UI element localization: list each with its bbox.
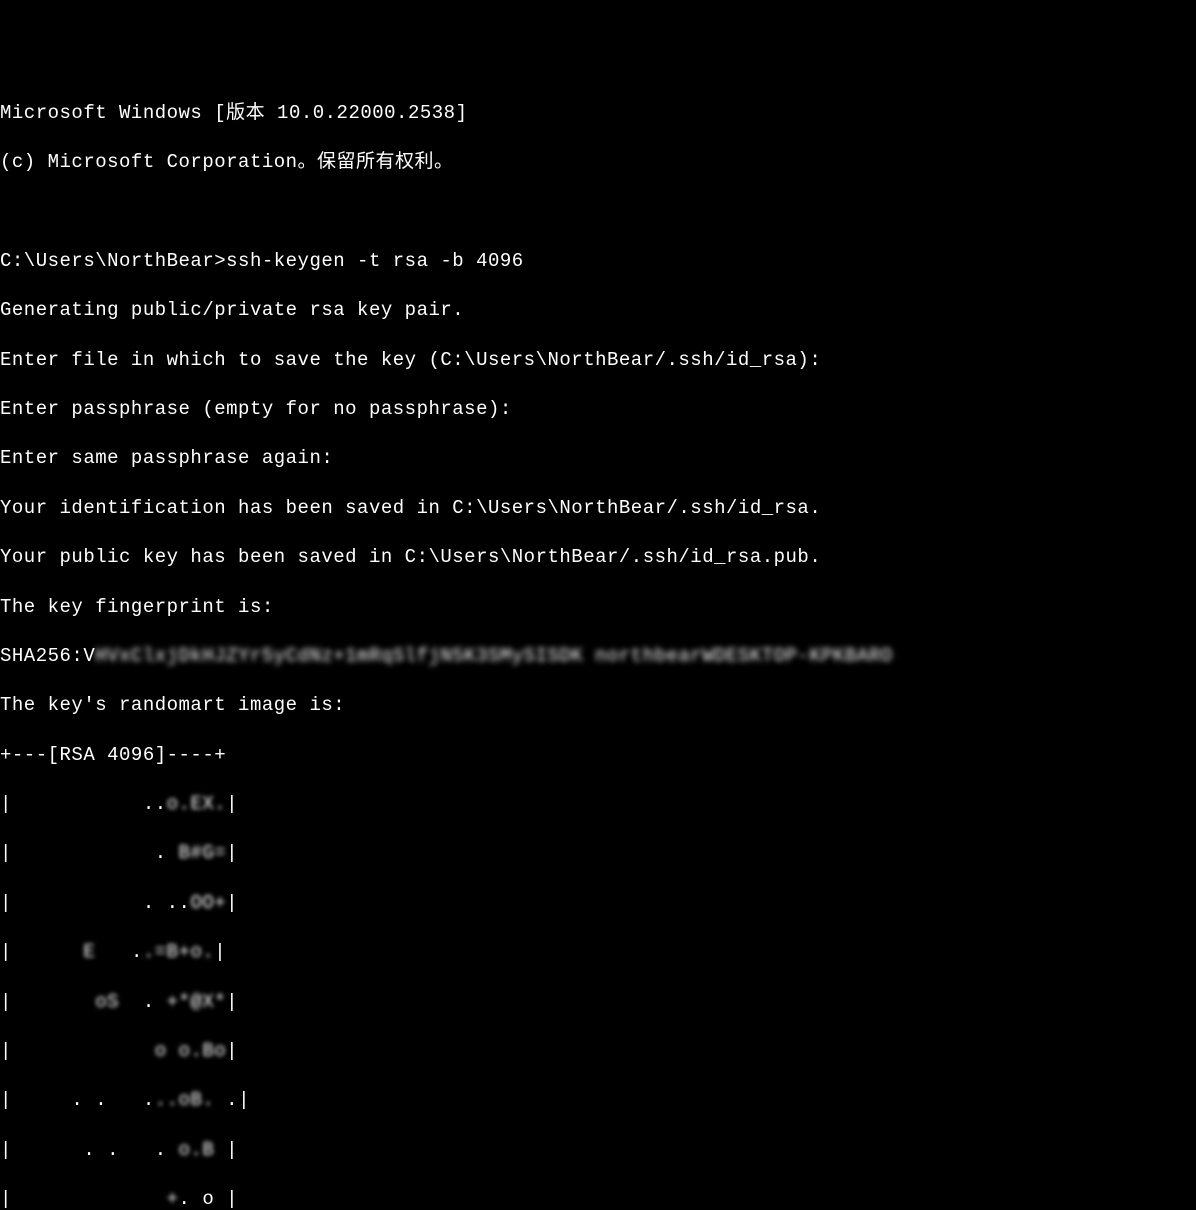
identification-saved-line: Your identification has been saved in C:…: [0, 496, 1196, 521]
randomart-label-line: The key's randomart image is:: [0, 693, 1196, 718]
public-saved-line: Your public key has been saved in C:\Use…: [0, 545, 1196, 570]
fingerprint-label-line: The key fingerprint is:: [0, 595, 1196, 620]
randomart-top-border: +---[RSA 4096]----+: [0, 743, 1196, 768]
randomart-row-1: | ..o.EX.|: [0, 792, 1196, 817]
generating-line: Generating public/private rsa key pair.: [0, 298, 1196, 323]
randomart-row-6: | o o.Bo|: [0, 1039, 1196, 1064]
command-line[interactable]: C:\Users\NorthBear>ssh-keygen -t rsa -b …: [0, 249, 1196, 274]
copyright-line: (c) Microsoft Corporation。保留所有权利。: [0, 150, 1196, 175]
sha-value-redacted: HVxClxjDkHJZYr5yCdNz+1mRqSlfjN5K3SMySISD…: [95, 645, 892, 667]
randomart-row-9: | +. o |: [0, 1187, 1196, 1210]
randomart-row-8: | . . . o.B |: [0, 1138, 1196, 1163]
randomart-row-7: | . . ...oB. .|: [0, 1088, 1196, 1113]
sha256-line: SHA256:VHVxClxjDkHJZYr5yCdNz+1mRqSlfjN5K…: [0, 644, 1196, 669]
enter-passphrase-line: Enter passphrase (empty for no passphras…: [0, 397, 1196, 422]
blank-line: [0, 200, 1196, 225]
windows-version-line: Microsoft Windows [版本 10.0.22000.2538]: [0, 101, 1196, 126]
command-text: ssh-keygen -t rsa -b 4096: [226, 250, 524, 272]
enter-file-line: Enter file in which to save the key (C:\…: [0, 348, 1196, 373]
randomart-row-5: | oS . +*@X*|: [0, 990, 1196, 1015]
prompt: C:\Users\NorthBear>: [0, 250, 226, 272]
randomart-row-2: | . B#G=|: [0, 841, 1196, 866]
sha-prefix: SHA256:V: [0, 645, 95, 667]
enter-same-line: Enter same passphrase again:: [0, 446, 1196, 471]
randomart-row-3: | . ..OO+|: [0, 891, 1196, 916]
randomart-row-4: | E ..=B+o.|: [0, 940, 1196, 965]
